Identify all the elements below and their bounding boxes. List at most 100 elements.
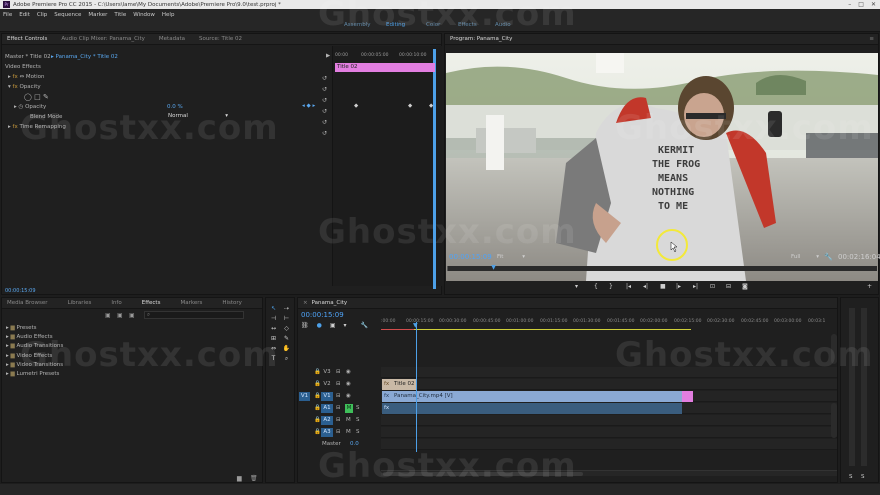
menu-marker[interactable]: Marker — [88, 12, 107, 18]
sync-lock-icon[interactable]: ⊟ — [336, 369, 341, 375]
timeline-playhead[interactable] — [416, 322, 417, 452]
fit-select[interactable]: Fit ▾ — [497, 254, 525, 260]
solo-left-button[interactable]: S — [849, 474, 853, 480]
sync-lock-icon[interactable]: ⊟ — [336, 393, 341, 399]
keyframe-icon[interactable]: ◆ — [429, 103, 433, 109]
reset-icon[interactable]: ↺ — [322, 117, 327, 128]
track-lane-a2[interactable] — [381, 415, 837, 426]
work-area-bar[interactable] — [381, 329, 691, 330]
close-icon[interactable]: ✕ — [871, 1, 876, 8]
playhead-handle-icon[interactable]: ▼ — [413, 322, 418, 329]
reset-icon[interactable]: ↺ — [322, 106, 327, 117]
mini-title-clip[interactable]: Title 02 — [335, 63, 435, 72]
accelerated-effects-filter-icon[interactable]: ▣ — [105, 312, 111, 319]
mute-button[interactable]: M — [346, 429, 351, 435]
track-label[interactable]: V2 — [322, 381, 332, 387]
keyframe-icon[interactable]: ◆ — [354, 103, 358, 109]
nest-icon[interactable]: ▣ — [330, 322, 336, 329]
menu-edit[interactable]: Edit — [19, 12, 30, 18]
solo-right-button[interactable]: S — [861, 474, 865, 480]
mark-out-icon[interactable]: } — [609, 283, 613, 290]
tab-markers[interactable]: Markers — [180, 300, 202, 306]
zoom-tool-icon[interactable]: ⌕ — [282, 354, 291, 363]
pen-tool-icon[interactable]: ✎ — [282, 334, 291, 343]
tab-media-browser[interactable]: Media Browser — [7, 300, 48, 306]
audio-vertical-scrollbar[interactable] — [831, 403, 837, 438]
minimize-icon[interactable]: – — [848, 1, 851, 8]
snap-icon[interactable]: ⛓ — [301, 322, 309, 329]
solo-button[interactable]: S — [356, 417, 360, 423]
step-back-icon[interactable]: ◂| — [643, 283, 648, 290]
track-lane-v2[interactable] — [381, 379, 837, 390]
tab-libraries[interactable]: Libraries — [68, 300, 92, 306]
lock-icon[interactable]: 🔒 — [314, 381, 321, 387]
ellipse-mask-icon[interactable]: ◯ — [24, 93, 32, 101]
eye-icon[interactable]: ◉ — [346, 381, 351, 387]
program-playhead[interactable]: ▼ — [491, 264, 496, 271]
menu-window[interactable]: Window — [133, 12, 155, 18]
solo-button[interactable]: S — [356, 429, 360, 435]
add-marker-icon[interactable]: ▾ — [344, 322, 347, 329]
track-label[interactable]: V3 — [322, 369, 332, 375]
effect-opacity-row[interactable]: ▾ fx Opacity — [8, 84, 41, 90]
extract-icon[interactable]: ⊟ — [726, 283, 731, 290]
lock-icon[interactable]: 🔒 — [314, 417, 321, 423]
yuv-filter-icon[interactable]: ▣ — [129, 312, 135, 319]
source-patch-v1[interactable]: V1 — [299, 392, 310, 401]
track-select-tool-icon[interactable]: ⇢ — [282, 304, 291, 313]
track-label[interactable]: V1 — [321, 392, 333, 401]
mark-in-icon[interactable]: { — [594, 283, 598, 290]
effect-motion-row[interactable]: ▸ fx ⇔ Motion — [8, 74, 44, 80]
rolling-edit-tool-icon[interactable]: ⊢ — [282, 314, 291, 323]
reset-icon[interactable]: ↺ — [322, 84, 327, 95]
settings-wrench-icon[interactable]: 🔧 — [824, 253, 833, 261]
track-label[interactable]: A3 — [321, 428, 333, 437]
hand-tool-icon[interactable]: ✋ — [282, 344, 291, 353]
mute-button[interactable]: M — [346, 417, 351, 423]
tab-program[interactable]: Program: Panama_City — [450, 36, 512, 42]
audio-clip[interactable]: fx — [382, 403, 682, 414]
mute-button[interactable]: M — [345, 404, 353, 413]
program-timecode[interactable]: 00:00:15:09 — [449, 253, 492, 261]
menu-title[interactable]: Title — [114, 12, 126, 18]
trash-icon[interactable]: 🗑 — [250, 475, 258, 482]
menu-help[interactable]: Help — [162, 12, 175, 18]
title-clip-tail[interactable] — [682, 391, 693, 402]
32bit-filter-icon[interactable]: ▣ — [117, 312, 123, 319]
lift-icon[interactable]: ⊡ — [710, 283, 715, 290]
sync-lock-icon[interactable]: ⊟ — [336, 405, 341, 411]
eye-icon[interactable]: ◉ — [346, 393, 351, 399]
time-ruler[interactable]: :00:00 00:00:15:00 00:00:30:00 00:00:45:… — [381, 316, 837, 332]
button-editor-plus-icon[interactable]: + — [867, 283, 872, 290]
tab-sequence[interactable]: Panama_City — [312, 300, 348, 306]
menu-clip[interactable]: Clip — [37, 12, 47, 18]
program-scrub-bar[interactable] — [447, 266, 877, 271]
step-forward-icon[interactable]: |▸ — [676, 283, 681, 290]
export-frame-camera-icon[interactable]: ◙ — [742, 283, 748, 290]
title-clip[interactable]: fx Title 02 — [382, 379, 416, 390]
panel-menu-icon[interactable]: ≡ — [869, 36, 874, 42]
next-keyframe-icon[interactable]: ▸ — [313, 103, 316, 109]
eye-icon[interactable]: ◉ — [346, 369, 351, 375]
rectangle-mask-icon[interactable]: □ — [34, 93, 41, 101]
lock-icon[interactable]: 🔒 — [314, 393, 321, 399]
razor-tool-icon[interactable]: ◇ — [282, 324, 291, 333]
maximize-icon[interactable]: □ — [858, 1, 864, 8]
mini-playhead[interactable] — [433, 49, 436, 289]
tab-history[interactable]: History — [222, 300, 242, 306]
go-to-in-icon[interactable]: |◂ — [626, 283, 631, 290]
close-icon[interactable]: × — [303, 300, 308, 306]
reset-icon[interactable]: ↺ — [322, 73, 327, 84]
timeline-settings-wrench-icon[interactable]: 🔧 — [361, 322, 368, 329]
go-to-out-icon[interactable]: ▸| — [693, 283, 698, 290]
sync-lock-icon[interactable]: ⊟ — [336, 381, 341, 387]
tab-effect-controls[interactable]: Effect Controls — [7, 36, 47, 42]
lock-icon[interactable]: 🔒 — [314, 429, 321, 435]
folder-presets[interactable]: ▸ ▆ Presets — [6, 324, 63, 333]
add-keyframe-icon[interactable]: ◆ — [307, 103, 311, 109]
timeline-timecode[interactable]: 00:00:15:09 — [301, 311, 344, 319]
pen-mask-icon[interactable]: ✎ — [43, 93, 49, 101]
effects-search-input[interactable]: ⌕ — [144, 311, 244, 319]
tab-metadata[interactable]: Metadata — [159, 36, 185, 42]
sync-lock-icon[interactable]: ⊟ — [336, 429, 341, 435]
